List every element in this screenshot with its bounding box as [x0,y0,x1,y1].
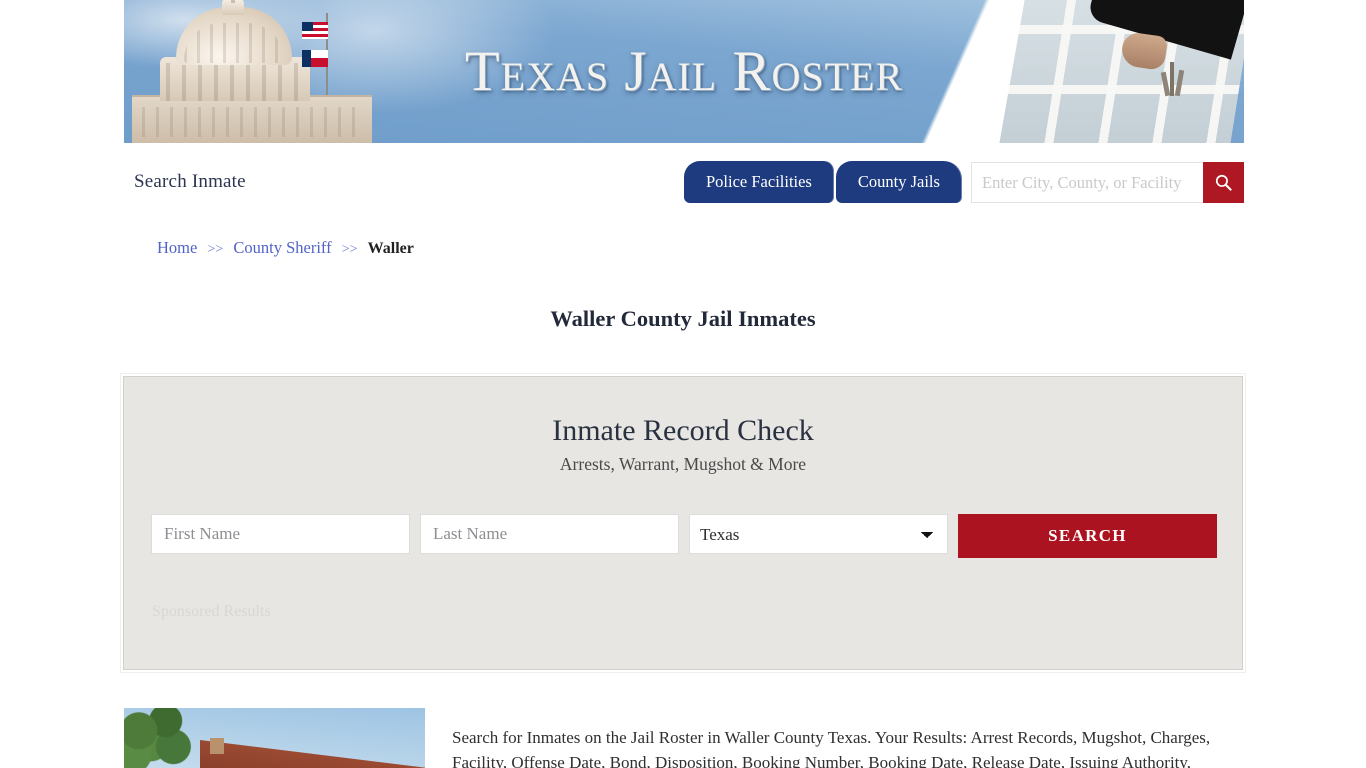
header-search-group [971,162,1244,203]
nav-tab-police-facilities-label: Police Facilities [706,172,812,191]
header-search-input[interactable] [971,162,1203,203]
banner-container: Texas Jail Roster [124,0,1244,143]
top-navigation-bar: Search Inmate Police Facilities County J… [124,143,1244,223]
nav-tab-county-jails[interactable]: County Jails [835,161,962,203]
page-description: Search for Inmates on the Jail Roster in… [452,728,1211,768]
jail-thumbnail-image [124,708,425,768]
capitol-spire [231,0,235,3]
sponsored-results-label: Sponsored Results [152,603,271,620]
breadcrumb: Home >> County Sheriff >> Waller [157,238,414,258]
site-banner: Texas Jail Roster [124,0,1244,143]
panel-search-button[interactable]: SEARCH [958,514,1217,558]
first-name-input[interactable] [151,514,410,554]
inmate-search-form: Texas SEARCH [151,514,1217,558]
panel-title: Inmate Record Check [552,414,814,447]
panel-subtitle: Arrests, Warrant, Mugshot & More [559,454,807,474]
page-root: Texas Jail Roster Search Inmate Police F… [0,0,1366,768]
breadcrumb-separator-1: >> [207,242,224,257]
site-brand-label: Search Inmate [134,171,246,192]
nav-tab-county-jails-label: County Jails [857,172,940,191]
last-name-input[interactable] [420,514,679,554]
search-icon [1215,174,1232,191]
banner-title: Texas Jail Roster [464,40,904,103]
inmate-record-check-panel: Inmate Record Check Arrests, Warrant, Mu… [120,373,1246,673]
header-search-button[interactable] [1203,162,1244,203]
nav-tab-police-facilities[interactable]: Police Facilities [684,161,834,203]
state-select[interactable]: Texas [689,514,948,554]
breadcrumb-item-county-sheriff[interactable]: County Sheriff [233,238,331,257]
breadcrumb-item-home[interactable]: Home [157,238,197,257]
us-flag-icon [302,22,328,39]
thumbnail-chimney [210,738,224,754]
nav-tabs: Police Facilities County Jails [684,161,962,203]
breadcrumb-separator-2: >> [341,242,358,257]
page-title: Waller County Jail Inmates [550,306,816,332]
thumbnail-tree [124,708,206,768]
breadcrumb-item-waller: Waller [367,240,414,257]
